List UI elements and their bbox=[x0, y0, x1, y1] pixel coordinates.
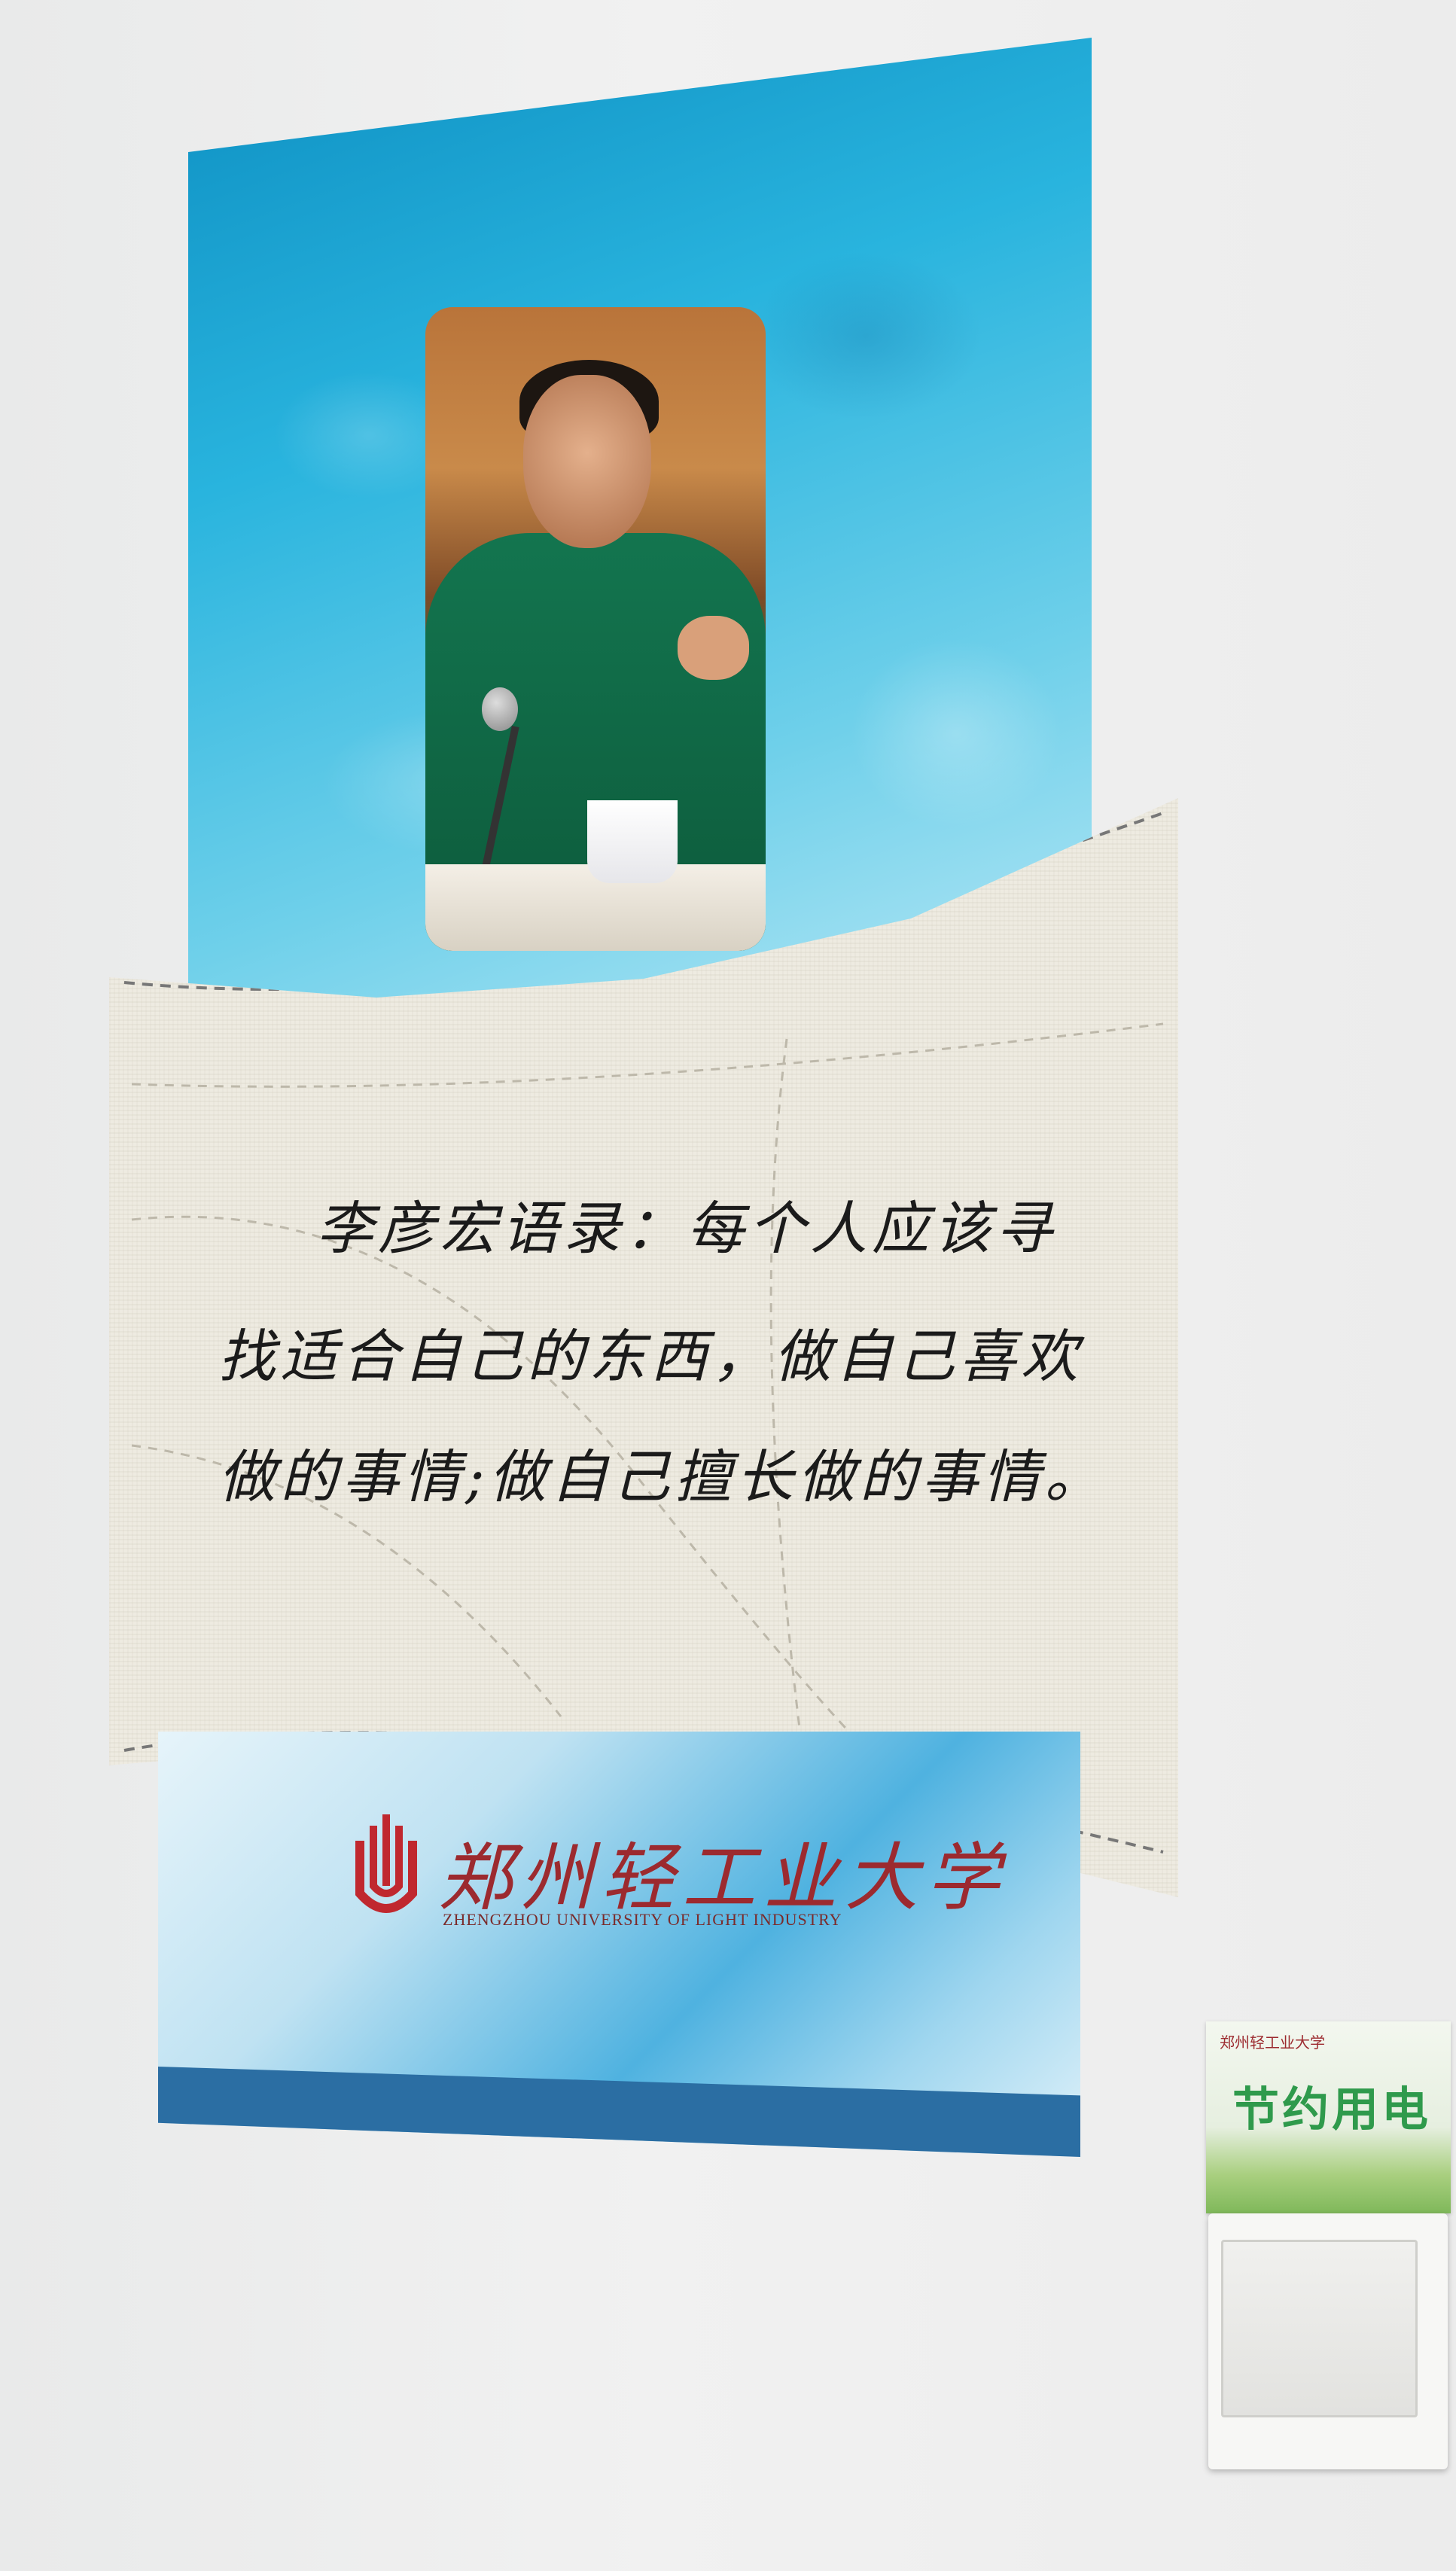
sign-mini-logo: 郑州轻工业大学 bbox=[1220, 2033, 1325, 2052]
quote-line-1: 李彦宏语录：每个人应该寻 bbox=[316, 1195, 1057, 1262]
university-name-en: ZHENGZHOU UNIVERSITY OF LIGHT INDUSTRY bbox=[443, 1910, 842, 1929]
university-name-cn: 郑州轻工业大学 bbox=[438, 1835, 1008, 1921]
microphone-icon bbox=[482, 687, 518, 731]
poster-bottom-panel bbox=[158, 1732, 1080, 2157]
quote-line-3: 做的事情;做自己擅长做的事情。 bbox=[218, 1443, 1107, 1510]
quote-line-2: 找适合自己的东西，做自己喜欢 bbox=[218, 1323, 1083, 1390]
photo-hand bbox=[678, 616, 749, 680]
university-logo-icon bbox=[355, 1814, 417, 1913]
light-switch-button[interactable] bbox=[1221, 2240, 1418, 2417]
save-electricity-sign: 郑州轻工业大学 节约用电 bbox=[1206, 2021, 1451, 2213]
tea-cup-icon bbox=[587, 800, 678, 883]
photo-face bbox=[523, 375, 651, 548]
save-electricity-label: 节约用电 bbox=[1232, 2082, 1432, 2137]
portrait-photo bbox=[425, 307, 766, 951]
